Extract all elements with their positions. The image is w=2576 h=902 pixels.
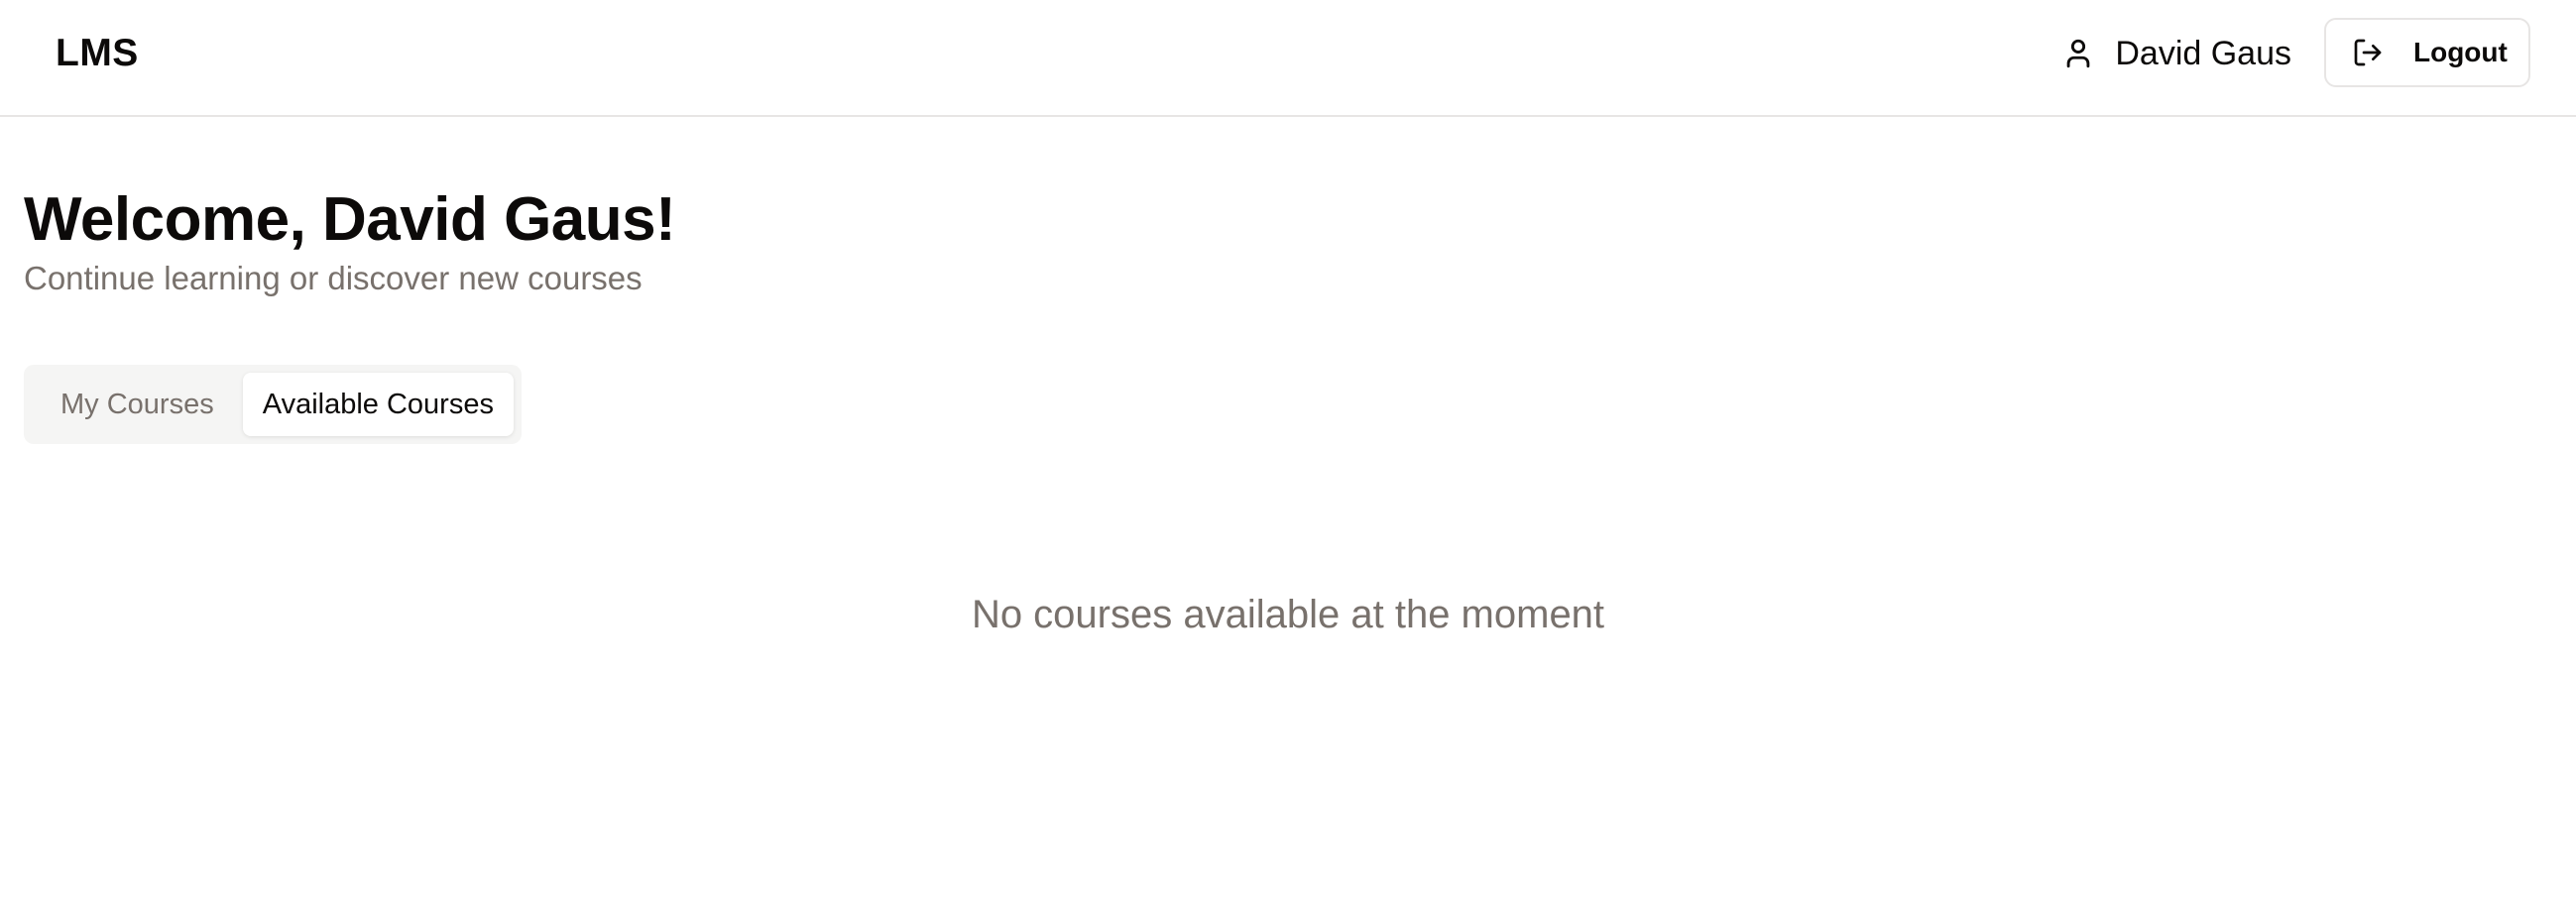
- tab-my-courses[interactable]: My Courses: [32, 373, 243, 436]
- logout-label: Logout: [2413, 37, 2508, 67]
- logout-button[interactable]: Logout: [2324, 18, 2530, 87]
- user-icon: [2061, 37, 2095, 70]
- user-name: David Gaus: [2115, 35, 2291, 72]
- app-logo[interactable]: LMS: [56, 30, 139, 77]
- course-tabs: My Courses Available Courses: [24, 365, 522, 444]
- empty-state-message: No courses available at the moment: [971, 593, 1605, 636]
- page-title: Welcome, David Gaus!: [24, 185, 676, 254]
- user-info: David Gaus: [2061, 30, 2291, 77]
- logout-icon: [2352, 37, 2384, 68]
- top-header: LMS David Gaus Logout: [0, 0, 2576, 117]
- page-subtitle: Continue learning or discover new course…: [24, 260, 643, 296]
- tab-available-courses[interactable]: Available Courses: [242, 373, 514, 436]
